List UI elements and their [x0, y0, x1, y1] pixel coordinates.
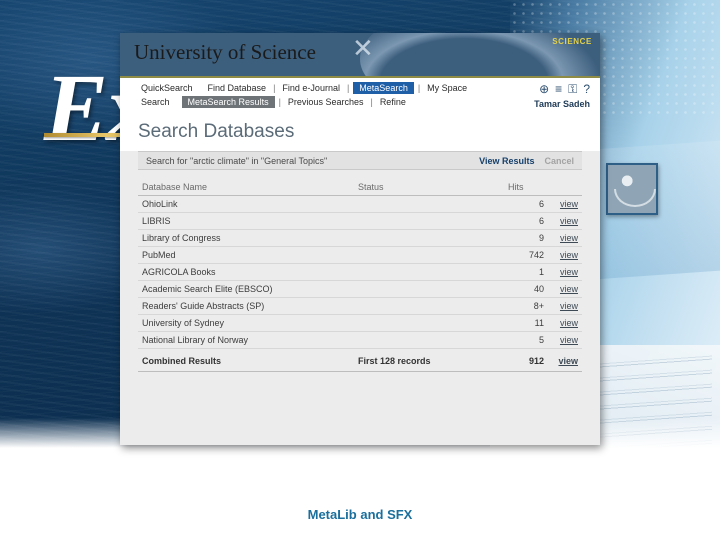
- cell-combined-status: First 128 records: [354, 348, 504, 372]
- database-results-table: Database Name Status Hits OhioLink 6 vie…: [138, 180, 582, 372]
- cell-database-name: Readers' Guide Abstracts (SP): [138, 297, 354, 315]
- query-actions: View Results Cancel: [479, 156, 574, 166]
- column-header-hits: Hits: [504, 180, 548, 196]
- library-icon[interactable]: ≡: [555, 83, 562, 95]
- cell-hits: 1: [504, 263, 548, 281]
- cell-status: [354, 314, 504, 332]
- subnav-item-refine[interactable]: Refine: [377, 96, 409, 108]
- lock-icon[interactable]: ⚿: [568, 83, 577, 95]
- cell-hits: 6: [504, 212, 548, 230]
- cell-database-name: Library of Congress: [138, 229, 354, 247]
- cell-hits: 6: [504, 195, 548, 213]
- nav-item-my-space[interactable]: My Space: [424, 82, 470, 94]
- secondary-navigation: Search MetaSearch Results | Previous Sea…: [120, 95, 600, 109]
- column-header-status: Status: [354, 180, 504, 196]
- nav-separator: |: [417, 83, 421, 93]
- site-banner: ✕ University of Science SCIENCE: [120, 33, 600, 78]
- content-panel: Search for "arctic climate" in "General …: [120, 151, 600, 445]
- subnav-item-metasearch-results[interactable]: MetaSearch Results: [181, 96, 275, 108]
- cell-hits: 8+: [504, 297, 548, 315]
- view-link[interactable]: view: [560, 335, 578, 345]
- cell-database-name: AGRICOLA Books: [138, 263, 354, 281]
- table-row: University of Sydney 11 view: [138, 314, 582, 332]
- cell-hits: 742: [504, 246, 548, 264]
- cell-hits: 5: [504, 331, 548, 349]
- nav-separator: |: [273, 83, 276, 93]
- subnav-separator: |: [278, 97, 281, 107]
- cell-combined-label: Combined Results: [138, 348, 354, 372]
- cell-database-name: National Library of Norway: [138, 331, 354, 349]
- view-link[interactable]: view: [560, 199, 578, 209]
- cell-database-name: PubMed: [138, 246, 354, 264]
- cell-hits: 11: [504, 314, 548, 332]
- cell-status: [354, 331, 504, 349]
- table-row: Academic Search Elite (EBSCO) 40 view: [138, 280, 582, 298]
- help-icon[interactable]: ?: [583, 83, 590, 95]
- table-row: Library of Congress 9 view: [138, 229, 582, 247]
- view-link[interactable]: view: [560, 250, 578, 260]
- nav-item-find-database[interactable]: Find Database: [205, 82, 270, 94]
- nav-separator: |: [346, 83, 350, 93]
- view-link[interactable]: view: [560, 301, 578, 311]
- subnav-item-search[interactable]: Search: [138, 96, 173, 108]
- primary-navigation: QuickSearch Find Database | Find e-Journ…: [120, 81, 600, 95]
- table-row: LIBRIS 6 view: [138, 212, 582, 230]
- slide-canvas: Ex ✕ University of Science SCIENCE Quick…: [0, 0, 720, 540]
- cell-status: [354, 263, 504, 281]
- science-tag: SCIENCE: [552, 37, 592, 46]
- cell-database-name: Academic Search Elite (EBSCO): [138, 280, 354, 298]
- view-link[interactable]: view: [560, 216, 578, 226]
- logged-in-username: Tamar Sadeh: [534, 99, 590, 109]
- cell-database-name: OhioLink: [138, 195, 354, 213]
- view-link[interactable]: view: [560, 233, 578, 243]
- cell-status: [354, 297, 504, 315]
- cell-status: [354, 229, 504, 247]
- table-row: Readers' Guide Abstracts (SP) 8+ view: [138, 297, 582, 315]
- cell-status: [354, 195, 504, 213]
- navigation-area: QuickSearch Find Database | Find e-Journ…: [120, 78, 600, 111]
- nav-item-find-ejournal[interactable]: Find e-Journal: [279, 82, 343, 94]
- metalib-application-window: ✕ University of Science SCIENCE QuickSea…: [120, 33, 600, 445]
- table-row: OhioLink 6 view: [138, 195, 582, 213]
- query-summary-bar: Search for "arctic climate" in "General …: [138, 151, 582, 170]
- table-row: AGRICOLA Books 1 view: [138, 263, 582, 281]
- page-title: Search Databases: [120, 111, 600, 151]
- table-row: National Library of Norway 5 view: [138, 331, 582, 349]
- toolbar-icons: ⊕ ≡ ⚿ ?: [539, 83, 590, 95]
- table-row: PubMed 742 view: [138, 246, 582, 264]
- cell-combined-hits: 912: [504, 348, 548, 372]
- cell-hits: 9: [504, 229, 548, 247]
- combined-results-row: Combined Results First 128 records 912 v…: [138, 348, 582, 372]
- subnav-item-previous-searches[interactable]: Previous Searches: [285, 96, 367, 108]
- query-summary-text: Search for "arctic climate" in "General …: [146, 155, 328, 166]
- view-link[interactable]: view: [560, 284, 578, 294]
- cell-hits: 40: [504, 280, 548, 298]
- nav-item-metasearch[interactable]: MetaSearch: [353, 82, 414, 94]
- banner-x-mark-icon: ✕: [352, 33, 374, 63]
- column-header-database-name: Database Name: [138, 180, 354, 196]
- slide-background-bottom: [0, 448, 720, 540]
- nav-item-quicksearch[interactable]: QuickSearch: [138, 82, 196, 94]
- cell-database-name: University of Sydney: [138, 314, 354, 332]
- table-body: OhioLink 6 view LIBRIS 6 view Library of…: [138, 195, 582, 372]
- view-link[interactable]: view: [560, 267, 578, 277]
- cell-status: [354, 246, 504, 264]
- view-results-button[interactable]: View Results: [479, 156, 534, 166]
- view-link-combined[interactable]: view: [558, 356, 578, 366]
- view-link[interactable]: view: [560, 318, 578, 328]
- slide-caption: MetaLib and SFX: [307, 507, 413, 522]
- column-header-view: [548, 180, 582, 196]
- globe-icon[interactable]: ⊕: [539, 83, 549, 95]
- cell-database-name: LIBRIS: [138, 212, 354, 230]
- subnav-separator: |: [370, 97, 373, 107]
- cell-status: [354, 212, 504, 230]
- decorative-photo-film-reel: [606, 163, 658, 215]
- university-name: University of Science: [134, 40, 316, 64]
- cancel-button[interactable]: Cancel: [544, 156, 574, 166]
- table-header-row: Database Name Status Hits: [138, 180, 582, 196]
- cell-status: [354, 280, 504, 298]
